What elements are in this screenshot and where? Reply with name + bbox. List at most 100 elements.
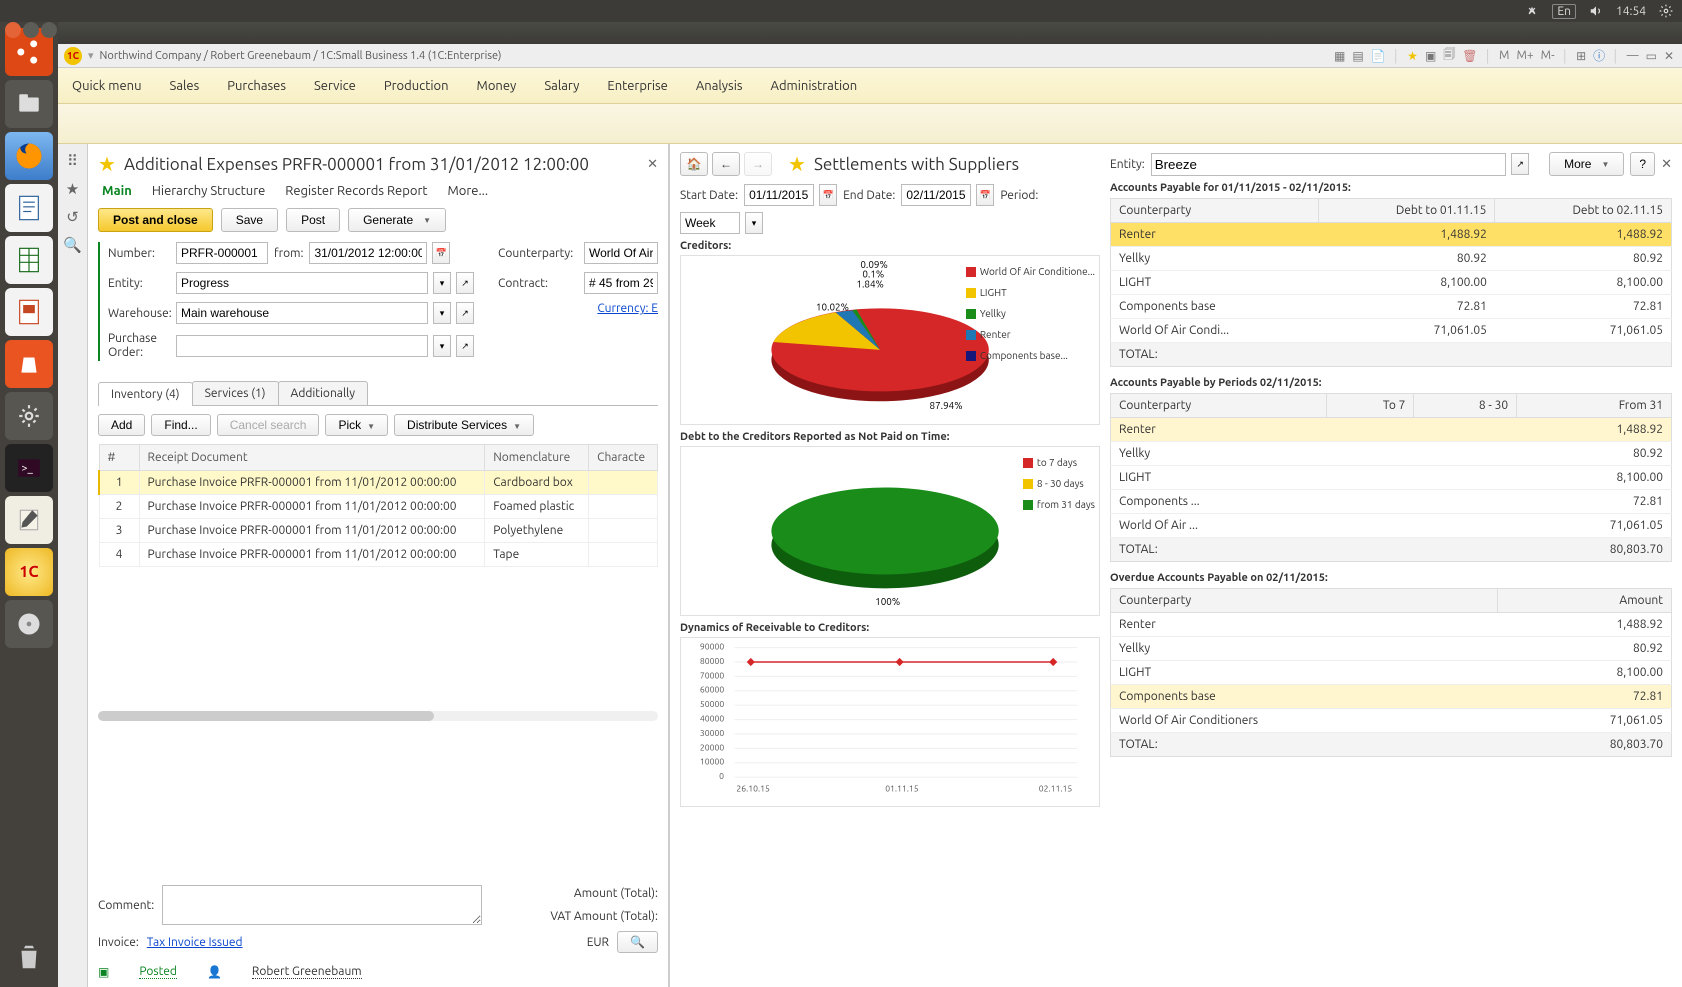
start-cal-icon[interactable]: 📅 xyxy=(819,184,837,206)
launcher-disc[interactable] xyxy=(5,600,53,648)
po-open[interactable]: ↗ xyxy=(456,335,474,357)
start-date-input[interactable] xyxy=(744,184,814,206)
invoice-link[interactable]: Tax Invoice Issued xyxy=(147,936,243,949)
table-row[interactable]: Renter1,488.92 xyxy=(1111,418,1672,442)
table-row[interactable]: Components ...72.81 xyxy=(1111,490,1672,514)
tab-more[interactable]: More... xyxy=(447,184,488,198)
table-row[interactable]: 3Purchase Invoice PRFR-000001 from 11/01… xyxy=(99,518,658,542)
launcher-impress[interactable] xyxy=(5,288,53,336)
po-dd[interactable]: ▾ xyxy=(433,335,451,357)
tab-services[interactable]: Services (1) xyxy=(192,381,279,405)
table-row[interactable]: World Of Air Conditioners71,061.05 xyxy=(1111,709,1672,733)
fav-star-icon[interactable]: ★ xyxy=(98,152,116,176)
menu-admin[interactable]: Administration xyxy=(771,79,858,93)
window-minimize[interactable] xyxy=(23,22,39,38)
tab-main[interactable]: Main xyxy=(102,184,132,198)
tab-hierarchy[interactable]: Hierarchy Structure xyxy=(152,184,265,198)
table-row[interactable]: LIGHT8,100.00 xyxy=(1111,661,1672,685)
table-row[interactable]: World Of Air ...71,061.05 xyxy=(1111,514,1672,538)
post-and-close-button[interactable]: Post and close xyxy=(98,208,213,232)
tb-icon-2[interactable]: ▤ xyxy=(1350,49,1365,63)
tb-icon-5[interactable]: 🗐 xyxy=(1441,45,1457,66)
po-input[interactable] xyxy=(176,335,428,357)
table-row[interactable]: Components base72.8172.81 xyxy=(1111,295,1672,319)
posted-status[interactable]: Posted xyxy=(139,965,177,979)
launcher-terminal[interactable]: >_ xyxy=(5,444,53,492)
right-more-button[interactable]: More xyxy=(1549,152,1624,176)
col-char[interactable]: Characte xyxy=(589,444,658,470)
generate-button[interactable]: Generate xyxy=(348,208,446,232)
cp-input[interactable] xyxy=(584,242,658,264)
tb-panel-icon[interactable]: ⊞ xyxy=(1574,49,1588,63)
clock[interactable]: 14:54 xyxy=(1616,5,1646,18)
h-scrollbar[interactable] xyxy=(98,711,658,721)
volume-icon[interactable] xyxy=(1588,3,1604,19)
tb-star-icon[interactable]: ★ xyxy=(1405,49,1420,63)
table-row[interactable]: 1Purchase Invoice PRFR-000001 from 11/01… xyxy=(99,470,658,494)
tb-icon-3[interactable]: 📄 xyxy=(1369,49,1388,63)
calendar-icon[interactable]: 📅 xyxy=(432,242,450,264)
col-nom[interactable]: Nomenclature xyxy=(485,444,589,470)
comment-input[interactable] xyxy=(162,885,482,925)
tab-register[interactable]: Register Records Report xyxy=(285,184,427,198)
launcher-files[interactable] xyxy=(5,80,53,128)
search-button[interactable]: 🔍 xyxy=(617,931,658,953)
window-close[interactable] xyxy=(5,22,21,38)
left-close[interactable]: ✕ xyxy=(647,157,658,172)
col-num[interactable]: # xyxy=(99,444,139,470)
end-cal-icon[interactable]: 📅 xyxy=(976,184,994,206)
end-date-input[interactable] xyxy=(901,184,971,206)
table-row[interactable]: Renter1,488.92 xyxy=(1111,613,1672,637)
table-row[interactable]: Components base72.81 xyxy=(1111,685,1672,709)
back-button[interactable]: ← xyxy=(712,152,740,176)
entity-dd[interactable]: ▾ xyxy=(433,272,451,294)
tb-icon-4[interactable]: ▣ xyxy=(1423,49,1438,63)
menu-salary[interactable]: Salary xyxy=(544,79,579,93)
launcher-settings[interactable] xyxy=(5,392,53,440)
table-row[interactable]: Yellky80.92 xyxy=(1111,637,1672,661)
col-doc[interactable]: Receipt Document xyxy=(139,444,485,470)
entity-input[interactable] xyxy=(176,272,428,294)
table-row[interactable]: Renter1,488.921,488.92 xyxy=(1111,223,1672,247)
side-grid-icon[interactable]: ⠿ xyxy=(67,152,78,170)
user-link[interactable]: Robert Greenebaum xyxy=(252,965,362,979)
menu-purchases[interactable]: Purchases xyxy=(227,79,286,93)
menu-money[interactable]: Money xyxy=(477,79,517,93)
table-row[interactable]: 2Purchase Invoice PRFR-000001 from 11/01… xyxy=(99,494,658,518)
warehouse-input[interactable] xyxy=(176,302,428,324)
post-button[interactable]: Post xyxy=(286,208,340,232)
number-input[interactable] xyxy=(176,242,268,264)
menu-quick[interactable]: Quick menu xyxy=(72,79,142,93)
launcher-notes[interactable] xyxy=(5,496,53,544)
save-button[interactable]: Save xyxy=(221,208,278,232)
add-button[interactable]: Add xyxy=(98,414,145,436)
contract-input[interactable] xyxy=(584,272,658,294)
side-search-icon[interactable]: 🔍 xyxy=(63,236,82,254)
table-row[interactable]: Yellky80.9280.92 xyxy=(1111,247,1672,271)
tb-max[interactable]: ▭ xyxy=(1644,49,1659,63)
menu-sales[interactable]: Sales xyxy=(170,79,200,93)
right-close[interactable]: ✕ xyxy=(1661,157,1672,172)
table-row[interactable]: World Of Air Condi...71,061.0571,061.05 xyxy=(1111,319,1672,343)
home-button[interactable]: 🏠 xyxy=(680,152,708,176)
tb-icon-1[interactable]: ▦ xyxy=(1332,49,1347,63)
wh-open[interactable]: ↗ xyxy=(456,302,474,324)
launcher-1c[interactable]: 1C xyxy=(5,548,53,596)
from-input[interactable] xyxy=(309,242,427,264)
tb-icon-6[interactable]: 🗑 xyxy=(1460,49,1479,63)
tab-inventory[interactable]: Inventory (4) xyxy=(98,382,193,406)
window-maximize[interactable] xyxy=(41,22,57,38)
help-button[interactable]: ? xyxy=(1630,152,1655,176)
launcher-software[interactable] xyxy=(5,340,53,388)
wh-dd[interactable]: ▾ xyxy=(433,302,451,324)
menu-service[interactable]: Service xyxy=(314,79,356,93)
tb-mm[interactable]: M- xyxy=(1539,49,1557,62)
network-icon[interactable] xyxy=(1524,3,1540,19)
gear-icon[interactable] xyxy=(1658,3,1674,19)
tb-mp[interactable]: M+ xyxy=(1514,49,1535,62)
table-row[interactable]: LIGHT8,100.008,100.00 xyxy=(1111,271,1672,295)
side-star-icon[interactable]: ★ xyxy=(66,180,79,198)
table-row[interactable]: LIGHT8,100.00 xyxy=(1111,466,1672,490)
launcher-trash[interactable] xyxy=(5,933,53,981)
pick-button[interactable]: Pick xyxy=(325,414,388,436)
